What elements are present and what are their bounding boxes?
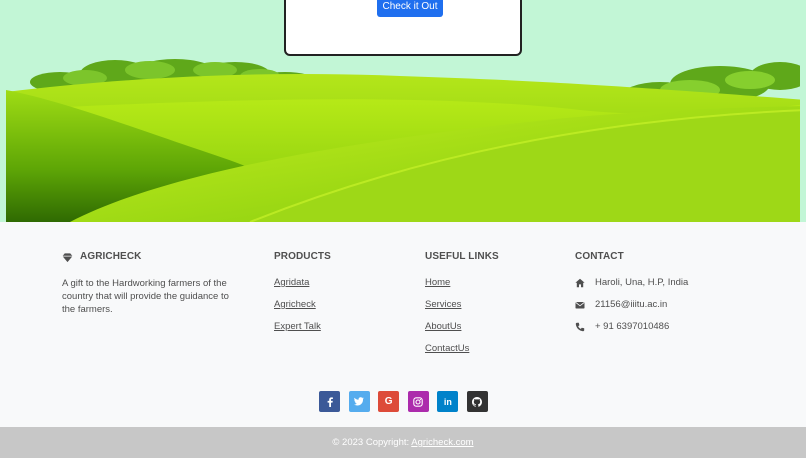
brand-column: AGRICHECK A gift to the Hardworking farm… xyxy=(62,251,240,316)
useful-links: Home Services AboutUs ContactUs xyxy=(425,277,499,355)
brand-description: A gift to the Hardworking farmers of the… xyxy=(62,278,229,315)
brand-name: AGRICHECK xyxy=(80,251,142,262)
brand-heading: AGRICHECK xyxy=(62,251,240,263)
link-contactus[interactable]: ContactUs xyxy=(425,343,499,355)
link-services[interactable]: Services xyxy=(425,299,499,311)
facebook-icon[interactable] xyxy=(319,391,340,412)
contact-heading: CONTACT xyxy=(575,251,624,262)
useful-links-column: USEFUL LINKS Home Services AboutUs Conta… xyxy=(425,251,499,355)
phone-icon xyxy=(575,322,585,332)
linkedin-icon[interactable]: in xyxy=(437,391,459,412)
github-icon[interactable] xyxy=(466,391,488,412)
address-text: Haroli, Una, H.P, India xyxy=(595,277,689,288)
check-it-out-button[interactable]: Check it Out xyxy=(377,0,443,17)
link-home[interactable]: Home xyxy=(425,277,499,289)
envelope-icon xyxy=(575,300,585,310)
copyright-bar: © 2023 Copyright: Agricheck.com xyxy=(0,427,806,458)
products-heading: PRODUCTS xyxy=(274,251,331,262)
useful-links-heading: USEFUL LINKS xyxy=(425,251,499,262)
home-icon xyxy=(575,278,585,288)
contact-email: 21156@iiitu.ac.in xyxy=(575,299,688,311)
link-aboutus[interactable]: AboutUs xyxy=(425,321,499,333)
social-links: G in xyxy=(319,391,488,412)
gem-icon xyxy=(62,252,73,263)
products-column: PRODUCTS Agridata Agricheck Expert Talk xyxy=(274,251,331,333)
copyright-link[interactable]: Agricheck.com xyxy=(411,437,473,448)
instagram-icon[interactable] xyxy=(407,391,429,412)
email-text: 21156@iiitu.ac.in xyxy=(595,299,668,310)
footer: AGRICHECK A gift to the Hardworking farm… xyxy=(0,222,806,427)
products-links: Agridata Agricheck Expert Talk xyxy=(274,277,331,333)
twitter-icon[interactable] xyxy=(348,391,370,412)
hero-banner: Check it Out xyxy=(0,0,806,222)
contact-address: Haroli, Una, H.P, India xyxy=(575,277,688,289)
copyright-prefix: © 2023 Copyright: xyxy=(332,437,412,448)
link-agridata[interactable]: Agridata xyxy=(274,277,331,289)
contact-column: CONTACT Haroli, Una, H.P, India 21156@ii… xyxy=(575,251,688,333)
link-expert-talk[interactable]: Expert Talk xyxy=(274,321,331,333)
link-agricheck[interactable]: Agricheck xyxy=(274,299,331,311)
google-icon[interactable]: G xyxy=(378,391,400,412)
phone-text: + 91 6397010486 xyxy=(595,321,670,332)
contact-phone: + 91 6397010486 xyxy=(575,321,688,333)
